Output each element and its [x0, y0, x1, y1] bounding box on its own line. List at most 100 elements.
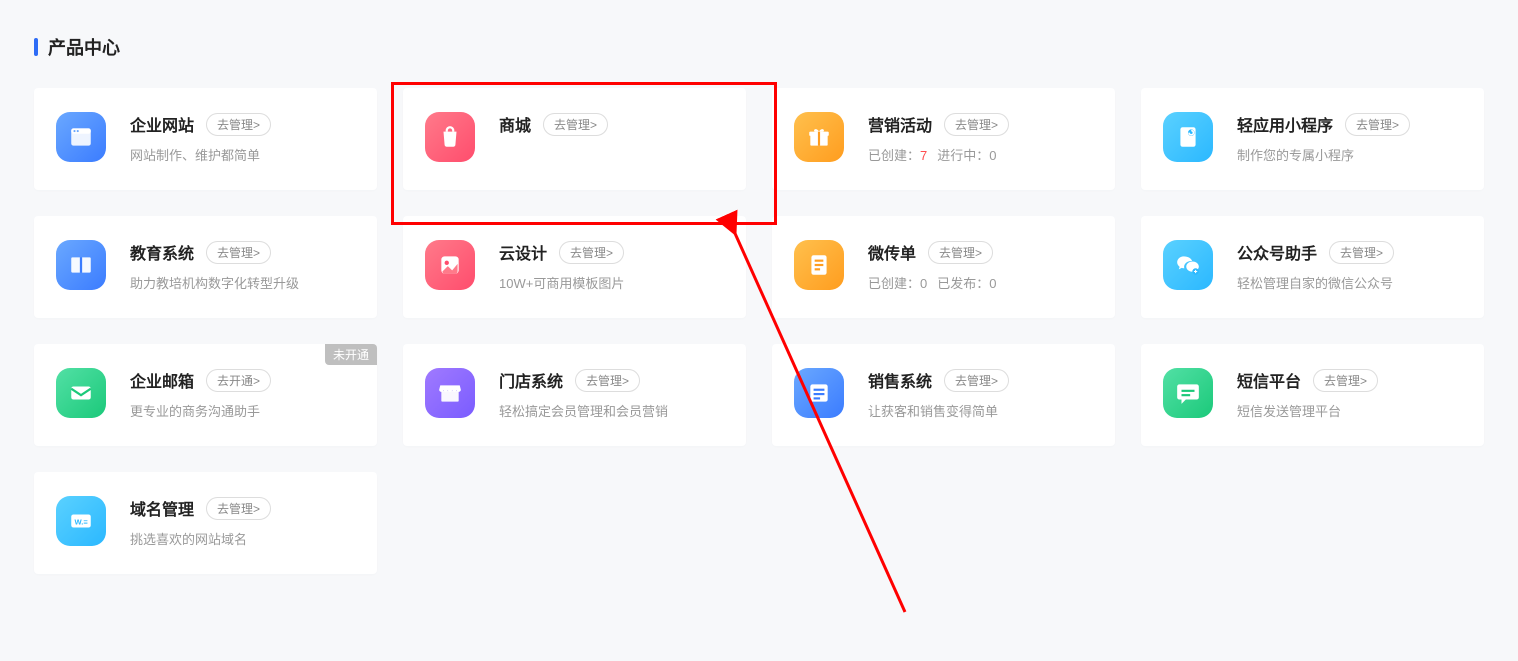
card-header: 轻应用小程序去管理> — [1237, 112, 1462, 136]
status-badge: 未开通 — [325, 344, 377, 365]
card-desc: 网站制作、维护都简单 — [130, 146, 355, 166]
card-body: 营销活动去管理> 已创建：7 进行中：0 — [868, 112, 1093, 166]
manage-button[interactable]: 去管理> — [1313, 369, 1378, 392]
activate-button[interactable]: 去开通> — [206, 369, 271, 392]
card-body: 域名管理去管理> 挑选喜欢的网站域名 — [130, 496, 355, 550]
product-card[interactable]: 教育系统去管理> 助力教培机构数字化转型升级 — [34, 216, 377, 318]
section-title-text: 产品中心 — [48, 34, 120, 60]
card-header: 营销活动去管理> — [868, 112, 1093, 136]
stat-created-label: 已创建： — [868, 148, 920, 163]
manage-button[interactable]: 去管理> — [559, 241, 624, 264]
sales-icon — [794, 368, 844, 418]
stat-created-value: 0 — [920, 276, 927, 291]
card-body: 企业邮箱去开通> 更专业的商务沟通助手 — [130, 368, 355, 422]
product-card[interactable]: W.≡ 域名管理去管理> 挑选喜欢的网站域名 — [34, 472, 377, 574]
section-title: 产品中心 — [34, 34, 1484, 60]
product-card[interactable]: 门店系统去管理> 轻松搞定会员管理和会员营销 — [403, 344, 746, 446]
stat-running-value: 0 — [989, 148, 996, 163]
manage-button[interactable]: 去管理> — [206, 113, 271, 136]
card-body: 轻应用小程序去管理> 制作您的专属小程序 — [1237, 112, 1462, 166]
svg-text:W.≡: W.≡ — [75, 517, 89, 526]
stat-running-value: 0 — [989, 276, 996, 291]
card-title: 微传单 — [868, 240, 916, 264]
card-header: 商城去管理> — [499, 112, 724, 136]
card-desc: 轻松管理自家的微信公众号 — [1237, 274, 1462, 294]
manage-button[interactable]: 去管理> — [206, 241, 271, 264]
product-grid: 企业网站去管理>网站制作、维护都简单商城去管理>营销活动去管理>已创建：7进行中… — [34, 88, 1484, 574]
card-header: 域名管理去管理> — [130, 496, 355, 520]
card-body: 短信平台去管理> 短信发送管理平台 — [1237, 368, 1462, 422]
manage-button[interactable]: 去管理> — [944, 369, 1009, 392]
card-body: 商城去管理> — [499, 112, 724, 146]
card-desc: 让获客和销售变得简单 — [868, 402, 1093, 422]
card-desc: 10W+可商用模板图片 — [499, 274, 724, 294]
product-card[interactable]: 企业邮箱去开通> 更专业的商务沟通助手 未开通 — [34, 344, 377, 446]
card-desc: 轻松搞定会员管理和会员营销 — [499, 402, 724, 422]
card-desc: 助力教培机构数字化转型升级 — [130, 274, 355, 294]
product-card[interactable]: 微传单去管理>已创建：0已发布：0 — [772, 216, 1115, 318]
card-header: 销售系统去管理> — [868, 368, 1093, 392]
card-header: 教育系统去管理> — [130, 240, 355, 264]
card-title: 门店系统 — [499, 368, 563, 392]
card-title: 云设计 — [499, 240, 547, 264]
miniprogram-icon — [1163, 112, 1213, 162]
domain-icon: W.≡ — [56, 496, 106, 546]
design-icon — [425, 240, 475, 290]
card-desc: 已创建：7 进行中：0 — [868, 146, 1093, 166]
card-title: 公众号助手 — [1237, 240, 1317, 264]
product-card[interactable]: 短信平台去管理> 短信发送管理平台 — [1141, 344, 1484, 446]
manage-button[interactable]: 去管理> — [543, 113, 608, 136]
manage-button[interactable]: 去管理> — [206, 497, 271, 520]
product-card[interactable]: 云设计去管理> 10W+可商用模板图片 — [403, 216, 746, 318]
website-icon — [56, 112, 106, 162]
card-title: 营销活动 — [868, 112, 932, 136]
card-header: 企业邮箱去开通> — [130, 368, 355, 392]
card-header: 短信平台去管理> — [1237, 368, 1462, 392]
card-desc: 已创建：0已发布：0 — [868, 274, 1093, 294]
education-icon — [56, 240, 106, 290]
stat-created-value: 7 — [920, 148, 927, 163]
stat-running-label: 已发布： — [937, 276, 989, 291]
stat-created-label: 已创建： — [868, 276, 920, 291]
card-header: 云设计去管理> — [499, 240, 724, 264]
store-icon — [425, 368, 475, 418]
card-desc: 短信发送管理平台 — [1237, 402, 1462, 422]
card-header: 公众号助手去管理> — [1237, 240, 1462, 264]
card-body: 教育系统去管理> 助力教培机构数字化转型升级 — [130, 240, 355, 294]
card-desc: 制作您的专属小程序 — [1237, 146, 1462, 166]
card-header: 微传单去管理> — [868, 240, 1093, 264]
wechat-icon — [1163, 240, 1213, 290]
card-desc: 挑选喜欢的网站域名 — [130, 530, 355, 550]
card-title: 短信平台 — [1237, 368, 1301, 392]
product-card[interactable]: 轻应用小程序去管理> 制作您的专属小程序 — [1141, 88, 1484, 190]
card-desc: 更专业的商务沟通助手 — [130, 402, 355, 422]
card-body: 微传单去管理>已创建：0已发布：0 — [868, 240, 1093, 294]
card-title: 销售系统 — [868, 368, 932, 392]
manage-button[interactable]: 去管理> — [1345, 113, 1410, 136]
card-title: 域名管理 — [130, 496, 194, 520]
product-card[interactable]: 商城去管理> — [403, 88, 746, 190]
product-card[interactable]: 公众号助手去管理> 轻松管理自家的微信公众号 — [1141, 216, 1484, 318]
card-title: 企业邮箱 — [130, 368, 194, 392]
manage-button[interactable]: 去管理> — [944, 113, 1009, 136]
card-title: 商城 — [499, 112, 531, 136]
card-body: 门店系统去管理> 轻松搞定会员管理和会员营销 — [499, 368, 724, 422]
card-title: 企业网站 — [130, 112, 194, 136]
card-title: 教育系统 — [130, 240, 194, 264]
manage-button[interactable]: 去管理> — [575, 369, 640, 392]
product-card[interactable]: 营销活动去管理> 已创建：7 进行中：0 — [772, 88, 1115, 190]
gift-icon — [794, 112, 844, 162]
card-body: 云设计去管理> 10W+可商用模板图片 — [499, 240, 724, 294]
manage-button[interactable]: 去管理> — [928, 241, 993, 264]
card-header: 门店系统去管理> — [499, 368, 724, 392]
card-title: 轻应用小程序 — [1237, 112, 1333, 136]
manage-button[interactable]: 去管理> — [1329, 241, 1394, 264]
card-body: 公众号助手去管理> 轻松管理自家的微信公众号 — [1237, 240, 1462, 294]
card-body: 销售系统去管理> 让获客和销售变得简单 — [868, 368, 1093, 422]
shop-icon — [425, 112, 475, 162]
stat-running-label: 进行中： — [937, 148, 989, 163]
product-card[interactable]: 销售系统去管理> 让获客和销售变得简单 — [772, 344, 1115, 446]
product-card[interactable]: 企业网站去管理> 网站制作、维护都简单 — [34, 88, 377, 190]
card-body: 企业网站去管理> 网站制作、维护都简单 — [130, 112, 355, 166]
mail-icon — [56, 368, 106, 418]
